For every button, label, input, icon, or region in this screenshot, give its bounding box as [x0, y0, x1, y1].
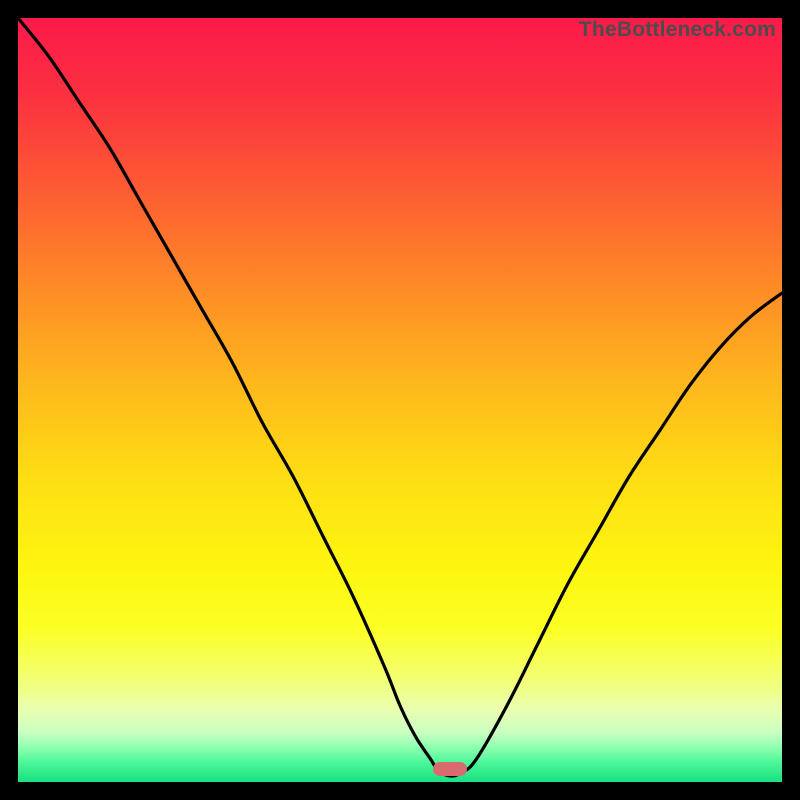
chart-frame: TheBottleneck.com: [0, 0, 800, 800]
optimal-marker: [433, 762, 467, 776]
plot-area: TheBottleneck.com: [18, 18, 782, 782]
bottleneck-curve: [18, 18, 782, 782]
